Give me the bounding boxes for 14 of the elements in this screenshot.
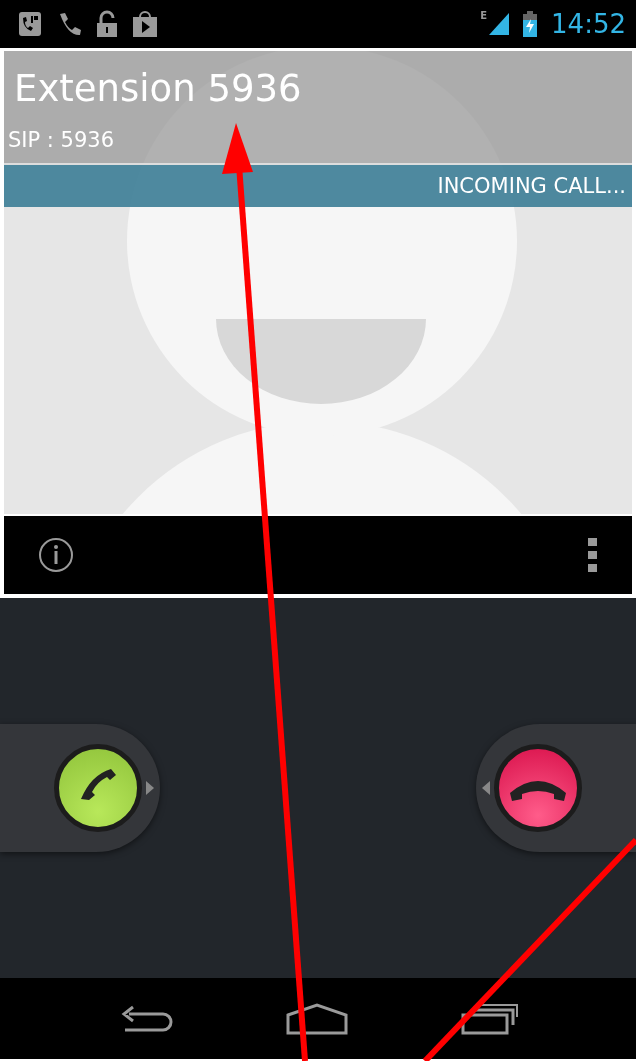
charging-battery-icon [523, 11, 538, 37]
info-icon[interactable] [38, 537, 74, 573]
unlocked-padlock-icon [96, 10, 118, 38]
overflow-menu-icon[interactable] [588, 538, 598, 572]
play-store-icon [132, 10, 158, 38]
clock-time: 14:52 [551, 9, 626, 39]
left-arrow-icon [482, 781, 490, 795]
right-arrow-icon [146, 781, 154, 795]
contact-name: Extension 5936 [14, 67, 303, 110]
network-type-label: E [480, 10, 488, 21]
call-status-text: INCOMING CALL... [437, 174, 626, 198]
signal-icon [489, 13, 510, 35]
sip-address: SIP : 5936 [8, 128, 116, 152]
sip-phone-icon [18, 11, 42, 37]
